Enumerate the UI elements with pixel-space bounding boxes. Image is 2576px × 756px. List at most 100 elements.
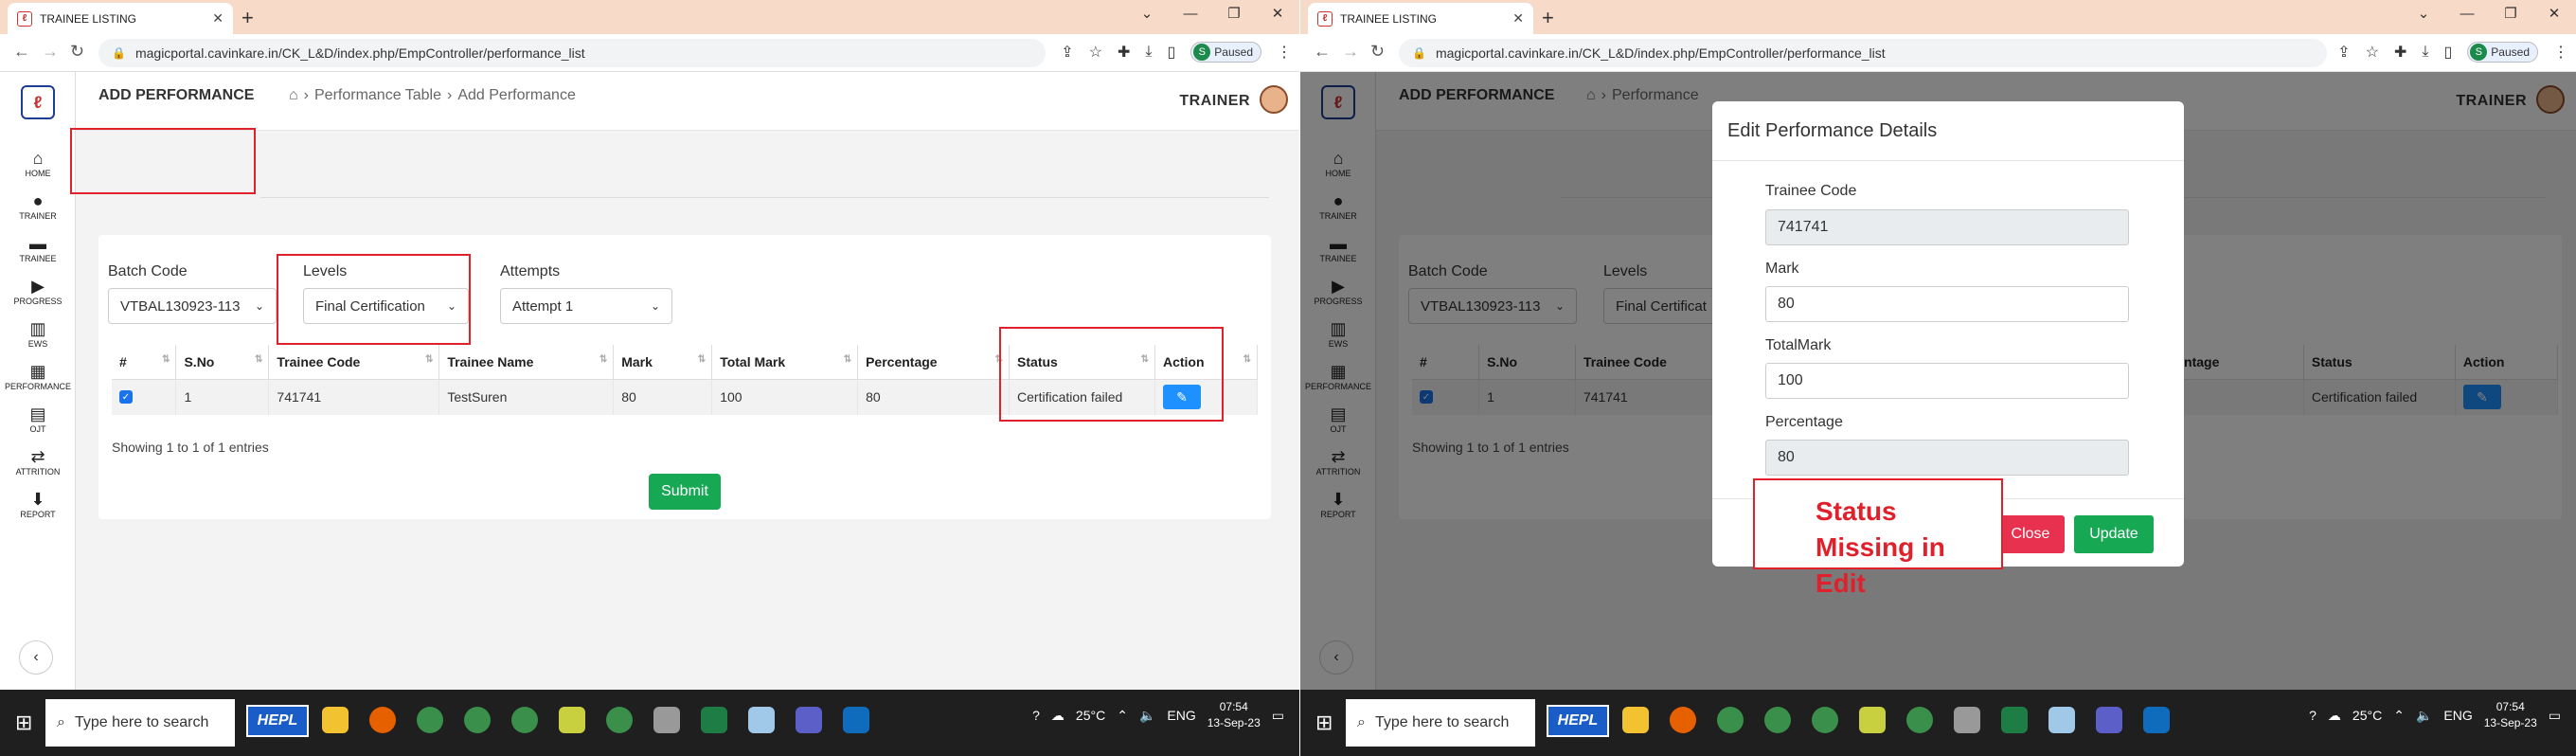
reload-icon[interactable]: ↻ — [70, 42, 84, 62]
chrome-icon[interactable] — [606, 707, 633, 733]
chrome-icon[interactable] — [1906, 707, 1933, 733]
avatar[interactable] — [1260, 85, 1288, 114]
download-icon[interactable]: ⤓ — [1145, 44, 1152, 61]
sidepanel-icon[interactable]: ▯ — [1167, 43, 1175, 62]
trainee-code-field[interactable]: 741741 — [1765, 209, 2129, 245]
app-icon[interactable] — [653, 707, 680, 733]
hepl-app-icon[interactable]: HEPL — [1547, 705, 1609, 737]
forward-icon[interactable]: → — [1342, 42, 1359, 62]
sidebar-item-attrition[interactable]: ⇄ATTRITION — [0, 446, 76, 477]
download-icon[interactable]: ⤓ — [2422, 44, 2428, 61]
windows-start-icon[interactable]: ⊞ — [15, 711, 32, 735]
sidebar-item-ojt[interactable]: ▤OJT — [0, 404, 76, 434]
teams-icon[interactable] — [2096, 707, 2122, 733]
new-tab-icon[interactable]: + — [242, 6, 254, 30]
minimize-icon[interactable]: — — [2445, 0, 2489, 30]
help-icon[interactable]: ? — [1032, 708, 1040, 723]
extensions-icon[interactable]: ✚ — [1118, 43, 1130, 62]
close-window-icon[interactable]: ✕ — [1256, 0, 1299, 30]
restore-icon[interactable]: ❐ — [1212, 0, 1256, 30]
batch-code-select[interactable]: VTBAL130923-113 ⌄ — [108, 288, 277, 324]
close-tab-icon[interactable]: ✕ — [1512, 10, 1524, 27]
sidebar-item-report[interactable]: ⬇REPORT — [0, 489, 76, 519]
volume-icon[interactable]: 🔈 — [2416, 708, 2432, 724]
notepad-icon[interactable] — [559, 707, 585, 733]
sidebar-item-trainer[interactable]: ●TRAINER — [0, 190, 76, 221]
help-icon[interactable]: ? — [2309, 708, 2317, 723]
close-button[interactable]: Close — [1996, 515, 2065, 553]
file-explorer-icon[interactable] — [1622, 707, 1649, 733]
back-icon[interactable]: ← — [13, 42, 30, 62]
tab-search-icon[interactable]: ⌄ — [1125, 0, 1169, 30]
chrome-icon[interactable] — [417, 707, 443, 733]
volume-icon[interactable]: 🔈 — [1139, 708, 1155, 724]
chrome-icon[interactable] — [1764, 707, 1791, 733]
menu-kebab-icon[interactable]: ⋮ — [1277, 43, 1292, 62]
url-field[interactable]: 🔒 magicportal.cavinkare.in/CK_L&D/index.… — [1399, 39, 2327, 67]
percentage-field[interactable]: 80 — [1765, 440, 2129, 476]
outlook-icon[interactable] — [2143, 707, 2170, 733]
sidebar-item-home[interactable]: ⌂HOME — [0, 148, 76, 178]
app-icon[interactable] — [1954, 707, 1980, 733]
home-outline-icon[interactable]: ⌂ — [289, 87, 298, 104]
browser-tab[interactable]: ℓ TRAINEE LISTING ✕ — [1308, 3, 1533, 34]
sidepanel-icon[interactable]: ▯ — [2443, 43, 2452, 62]
chevron-up-icon[interactable]: ⌃ — [1117, 708, 1128, 724]
new-tab-icon[interactable]: + — [1542, 6, 1554, 30]
notepad-icon[interactable] — [748, 707, 775, 733]
chrome-icon[interactable] — [1812, 707, 1838, 733]
row-checkbox[interactable]: ✓ — [119, 390, 133, 405]
chrome-icon[interactable] — [464, 707, 491, 733]
share-icon[interactable]: ⇪ — [2337, 43, 2350, 62]
profile-paused-button[interactable]: S Paused — [2467, 42, 2538, 63]
chrome-icon[interactable] — [1717, 707, 1744, 733]
language-indicator[interactable]: ENG — [2443, 708, 2472, 723]
bookmark-star-icon[interactable]: ☆ — [2366, 43, 2379, 62]
taskbar-search[interactable]: ⌕ Type here to search — [45, 699, 235, 747]
restore-icon[interactable]: ❐ — [2489, 0, 2532, 30]
profile-paused-button[interactable]: S Paused — [1190, 42, 1261, 63]
url-field[interactable]: 🔒 magicportal.cavinkare.in/CK_L&D/index.… — [98, 39, 1046, 67]
app-logo[interactable]: ℓ — [21, 85, 55, 119]
bookmark-star-icon[interactable]: ☆ — [1089, 43, 1102, 62]
chrome-icon[interactable] — [511, 707, 538, 733]
weather-icon[interactable]: ☁ — [1051, 708, 1064, 724]
share-icon[interactable]: ⇪ — [1061, 43, 1073, 62]
col-header-total-mark[interactable]: Total Mark ⇅ — [711, 345, 859, 380]
col-header-trainee-name[interactable]: Trainee Name ⇅ — [438, 345, 615, 380]
collapse-sidebar-button[interactable]: ‹ — [19, 640, 53, 675]
total-mark-field[interactable]: 100 — [1765, 363, 2129, 399]
hepl-app-icon[interactable]: HEPL — [246, 705, 309, 737]
file-explorer-icon[interactable] — [322, 707, 349, 733]
weather-icon[interactable]: ☁ — [2328, 708, 2341, 724]
sidebar-item-ews[interactable]: ▥EWS — [0, 318, 76, 349]
excel-icon[interactable] — [701, 707, 727, 733]
close-window-icon[interactable]: ✕ — [2532, 0, 2576, 30]
reload-icon[interactable]: ↻ — [1370, 42, 1385, 62]
attempts-select[interactable]: Attempt 1 ⌄ — [500, 288, 672, 324]
sidebar-item-trainee[interactable]: ▬TRAINEE — [0, 233, 76, 263]
col-header-hash[interactable]: # ⇅ — [112, 345, 177, 380]
excel-icon[interactable] — [2001, 707, 2028, 733]
update-button[interactable]: Update — [2074, 515, 2154, 553]
sidebar-item-progress[interactable]: ▶PROGRESS — [0, 276, 76, 306]
browser-tab[interactable]: ℓ TRAINEE LISTING ✕ — [8, 3, 233, 34]
language-indicator[interactable]: ENG — [1167, 708, 1195, 723]
col-header-trainee-code[interactable]: Trainee Code ⇅ — [268, 345, 440, 380]
menu-kebab-icon[interactable]: ⋮ — [2553, 43, 2568, 62]
notepad-icon[interactable] — [1859, 707, 1886, 733]
back-icon[interactable]: ← — [1314, 42, 1331, 62]
sidebar-item-performance[interactable]: ▦PERFORMANCE — [0, 361, 76, 391]
teams-icon[interactable] — [796, 707, 822, 733]
windows-start-icon[interactable]: ⊞ — [1315, 711, 1333, 735]
extensions-icon[interactable]: ✚ — [2394, 43, 2406, 62]
close-tab-icon[interactable]: ✕ — [212, 10, 224, 27]
breadcrumb-performance-table[interactable]: Performance Table — [314, 87, 441, 104]
col-header-mark[interactable]: Mark ⇅ — [613, 345, 713, 380]
notification-icon[interactable]: ▭ — [2549, 708, 2561, 724]
minimize-icon[interactable]: — — [1169, 0, 1212, 30]
firefox-icon[interactable] — [1670, 707, 1696, 733]
notification-icon[interactable]: ▭ — [1272, 708, 1284, 724]
clock[interactable]: 07:54 13-Sep-23 — [2484, 699, 2537, 731]
mark-field[interactable]: 80 — [1765, 286, 2129, 322]
